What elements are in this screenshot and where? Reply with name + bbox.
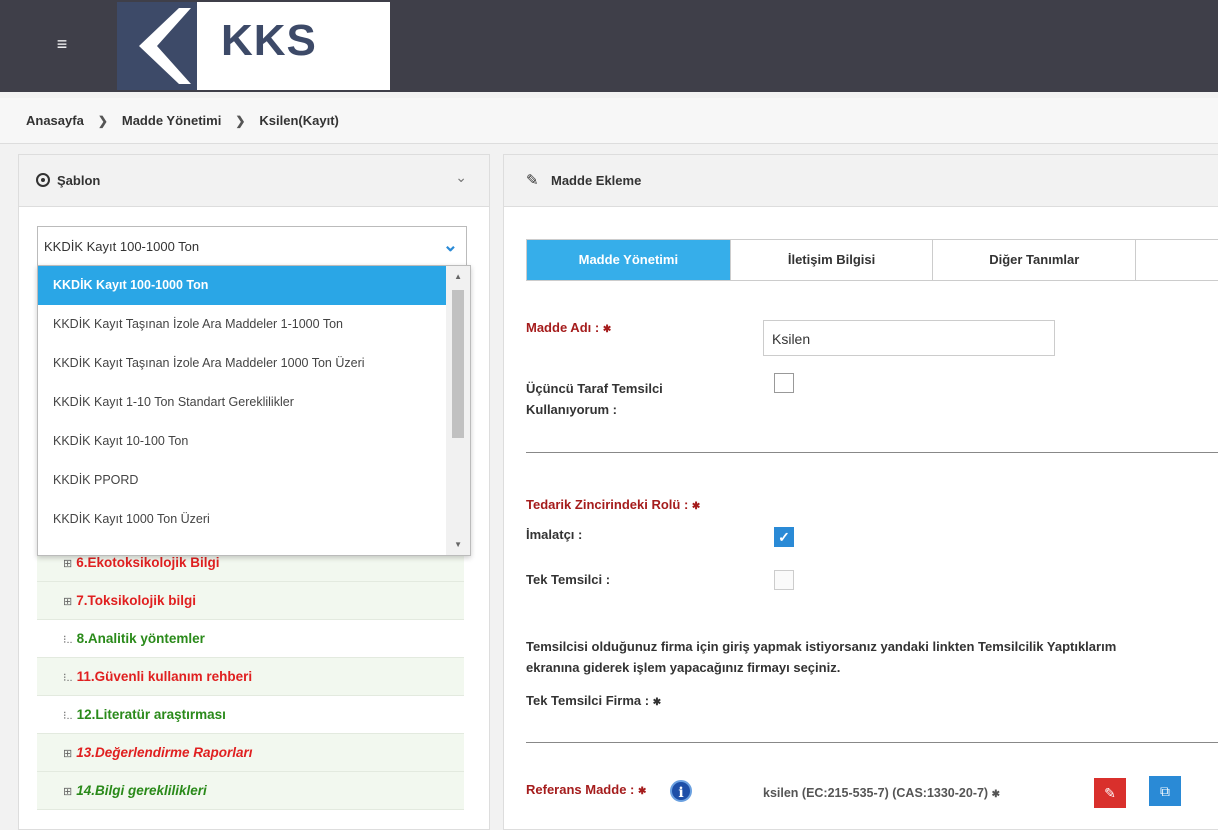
edit-reference-button[interactable]: ✎ — [1094, 778, 1126, 808]
tab-iletisim-bilgisi[interactable]: İletişim Bilgisi — [731, 240, 934, 280]
divider — [526, 452, 1218, 453]
chevron-down-icon[interactable]: ⌄ — [455, 169, 467, 186]
dropdown-option[interactable]: KKDİK Kayıt 10-100 Ton — [38, 422, 446, 461]
tree-item[interactable]: ⁝.. 8.Analitik yöntemler — [37, 620, 464, 658]
tree-item[interactable]: ⊞ 13.Değerlendirme Raporları — [37, 734, 464, 772]
breadcrumb-home[interactable]: Anasayfa — [26, 113, 84, 128]
info-icon[interactable]: i — [670, 780, 692, 802]
tek-temsilci-label: Tek Temsilci : — [526, 572, 611, 587]
tree-item[interactable]: ⁝.. 12.Literatür araştırması — [37, 696, 464, 734]
template-select[interactable]: KKDİK Kayıt 100-1000 Ton ⌄ — [37, 226, 467, 266]
section-tree: ⊞ 6.Ekotoksikolojik Bilgi ⊞ 7.Toksikolojik… — [37, 544, 464, 810]
tree-item[interactable]: ⊞ 14.Bilgi gereklilikleri — [37, 772, 464, 810]
dropdown-option[interactable]: KKDİK PPORD — [38, 461, 446, 500]
scroll-up-icon[interactable]: ▲ — [454, 272, 462, 281]
madde-adi-label: Madde Adı : ✱ — [526, 320, 612, 335]
referans-madde-value: ksilen (EC:215-535-7) (CAS:1330-20-7) ✱ — [763, 786, 1000, 800]
dropdown-option[interactable]: KKDİK Kayıt Taşınan İzole Ara Maddeler 1… — [38, 344, 446, 383]
logo: KKS — [117, 2, 390, 90]
tab-more[interactable] — [1136, 240, 1218, 280]
chevron-right-icon: ❯ — [235, 113, 246, 128]
expand-icon[interactable]: ⊞ — [63, 596, 72, 608]
expand-icon[interactable]: ⊞ — [63, 748, 72, 760]
chevron-right-icon: ❯ — [97, 113, 108, 128]
leaf-icon: ⁝.. — [63, 634, 73, 646]
top-bar: ≡ KKS — [0, 0, 1218, 92]
dropdown-scrollbar[interactable]: ▲ ▼ — [446, 266, 470, 555]
scroll-down-icon[interactable]: ▼ — [454, 540, 462, 549]
expand-icon[interactable]: ⊞ — [63, 558, 72, 570]
substance-add-title: Madde Ekleme — [551, 173, 642, 188]
breadcrumb: Anasayfa ❯ Madde Yönetimi ❯ Ksilen(Kayıt… — [26, 113, 339, 128]
tree-item[interactable]: ⊞ 7.Toksikolojik bilgi — [37, 582, 464, 620]
template-panel-title: Şablon — [57, 173, 101, 188]
template-select-value: KKDİK Kayıt 100-1000 Ton — [44, 239, 200, 254]
edit-icon: ✎ — [1104, 785, 1116, 801]
expand-icon[interactable]: ⊞ — [63, 786, 72, 798]
open-reference-button[interactable]: ⧉ — [1149, 776, 1181, 806]
breadcrumb-current: Ksilen(Kayıt) — [259, 113, 339, 128]
temsilci-info-text: Temsilcisi olduğunuz firma için giriş ya… — [526, 639, 1117, 675]
edit-icon: ✎ — [526, 172, 539, 189]
template-dropdown: KKDİK Kayıt 100-1000 Ton KKDİK Kayıt Taş… — [37, 265, 471, 556]
target-icon — [36, 173, 50, 187]
ucuncu-taraf-checkbox[interactable] — [774, 373, 794, 393]
ucuncu-taraf-label: Üçüncü Taraf Temsilci Kullanıyorum : — [526, 381, 663, 417]
tab-diger-tanimlar[interactable]: Diğer Tanımlar — [933, 240, 1137, 280]
tek-temsilci-checkbox[interactable] — [774, 570, 794, 590]
imalatci-checkbox[interactable]: ✓ — [774, 527, 794, 547]
external-window-icon: ⧉ — [1160, 783, 1170, 799]
dropdown-option[interactable]: KKDİK Kayıt 100-1000 Ton — [38, 266, 446, 305]
tedarik-label: Tedarik Zincirindeki Rolü : ✱ — [526, 497, 701, 512]
dropdown-option[interactable]: KKDİK Kayıt 1-10 Ton Standart Gereklilik… — [38, 383, 446, 422]
chevron-down-icon[interactable]: ⌄ — [443, 235, 458, 256]
substance-add-header: ✎ Madde Ekleme — [504, 155, 1218, 207]
scrollbar-thumb[interactable] — [452, 290, 464, 438]
hamburger-menu-icon[interactable]: ≡ — [48, 30, 76, 58]
logo-mark-icon — [117, 2, 197, 90]
tek-temsilci-firma-label: Tek Temsilci Firma : ✱ — [526, 693, 662, 708]
breadcrumb-bar: Anasayfa ❯ Madde Yönetimi ❯ Ksilen(Kayıt… — [0, 98, 1218, 144]
template-panel-header: Şablon ⌄ — [19, 155, 489, 207]
divider — [526, 742, 1218, 743]
madde-adi-input[interactable]: Ksilen — [763, 320, 1055, 356]
leaf-icon: ⁝.. — [63, 710, 73, 722]
dropdown-option[interactable]: KKDİK Kayıt Taşınan İzole Ara Maddeler 1… — [38, 305, 446, 344]
breadcrumb-madde-yonetimi[interactable]: Madde Yönetimi — [122, 113, 221, 128]
imalatci-label: İmalatçı : — [526, 527, 583, 542]
dropdown-option[interactable]: KKDİK Kayıt 1000 Ton Üzeri — [38, 500, 446, 539]
tab-madde-yonetimi[interactable]: Madde Yönetimi — [527, 240, 731, 280]
logo-text: KKS — [221, 16, 317, 65]
referans-madde-label: Referans Madde : ✱ — [526, 782, 647, 797]
tree-item[interactable]: ⁝.. 11.Güvenli kullanım rehberi — [37, 658, 464, 696]
tab-bar: Madde Yönetimi İletişim Bilgisi Diğer Ta… — [526, 239, 1218, 281]
leaf-icon: ⁝.. — [63, 672, 73, 684]
